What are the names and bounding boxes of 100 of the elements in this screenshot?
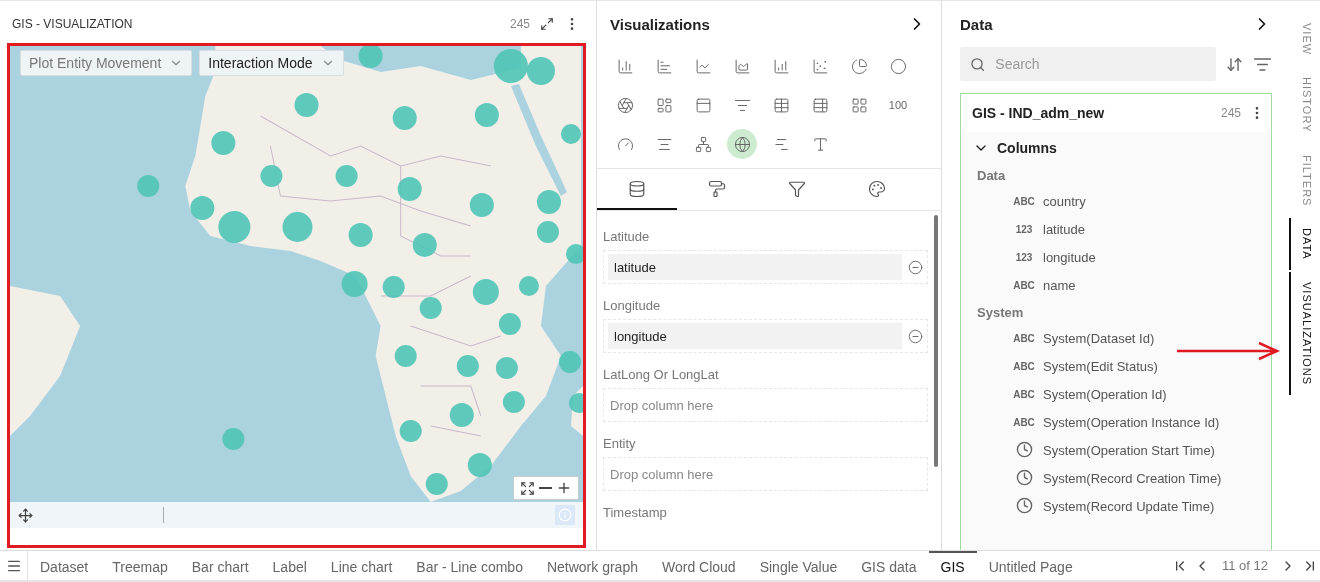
column-name[interactable]: System(Operation Instance Id) bbox=[1043, 414, 1220, 430]
column-name[interactable]: country bbox=[1043, 193, 1086, 209]
panel-icon bbox=[694, 96, 712, 114]
panel-title: GIS - VISUALIZATION bbox=[12, 17, 134, 31]
page-tab[interactable]: Network graph bbox=[534, 551, 650, 580]
page-tab[interactable]: Word Cloud bbox=[650, 551, 748, 580]
type-label: ABC bbox=[1013, 360, 1035, 372]
panel-title: Visualizations bbox=[610, 15, 711, 33]
circle-minus-icon bbox=[908, 259, 923, 275]
clock-icon bbox=[1015, 440, 1033, 458]
panel-title: Data bbox=[960, 15, 994, 33]
ring-icon bbox=[889, 57, 907, 75]
palette-icon bbox=[868, 179, 886, 198]
field-label: Latitude bbox=[603, 229, 651, 244]
page-tab[interactable]: Bar chart bbox=[179, 551, 261, 580]
circle-minus-icon bbox=[908, 328, 923, 344]
type-label: ABC bbox=[1013, 279, 1035, 291]
page-tab[interactable]: GIS data bbox=[849, 551, 929, 580]
move-button[interactable] bbox=[18, 507, 33, 523]
column-name[interactable]: System(Operation Start Time) bbox=[1043, 442, 1215, 458]
remove-button[interactable] bbox=[908, 259, 923, 275]
page-tab[interactable]: Single Value bbox=[747, 551, 850, 580]
column-name[interactable]: longitude bbox=[1043, 249, 1096, 265]
database-icon bbox=[628, 179, 646, 198]
bar-chart-icon bbox=[655, 57, 673, 75]
page-tab[interactable]: Treemap bbox=[100, 551, 180, 580]
clock-icon bbox=[1015, 496, 1033, 514]
drop-zone[interactable]: longitude bbox=[603, 319, 928, 353]
side-tab[interactable]: VIEW bbox=[1289, 13, 1319, 66]
column-name[interactable]: System(Edit Status) bbox=[1043, 358, 1158, 374]
page-tab[interactable]: GIS bbox=[928, 551, 977, 580]
page-tab[interactable]: Dataset bbox=[28, 551, 101, 580]
network-icon bbox=[694, 135, 712, 153]
side-tab[interactable]: HISTORY bbox=[1289, 67, 1319, 143]
area-chart-icon bbox=[733, 57, 751, 75]
sort-button[interactable] bbox=[1226, 55, 1243, 73]
fit-view-button[interactable] bbox=[520, 480, 535, 496]
sort-arrows-icon bbox=[1226, 55, 1243, 73]
record-count: 245 bbox=[1220, 106, 1241, 120]
treemap-icon bbox=[655, 96, 673, 114]
column-name[interactable]: System(Dataset Id) bbox=[1043, 330, 1155, 346]
column-name[interactable]: System(Record Update Time) bbox=[1043, 498, 1215, 514]
type-label: 123 bbox=[1014, 223, 1034, 235]
filter-icon bbox=[788, 179, 806, 198]
page-tab[interactable]: Untitled Page bbox=[976, 551, 1085, 580]
minus-icon bbox=[539, 487, 552, 489]
drop-zone[interactable]: Drop column here bbox=[603, 388, 928, 422]
expand-icon bbox=[540, 17, 554, 31]
text-icon bbox=[811, 135, 829, 153]
side-tab[interactable]: FILTERS bbox=[1289, 144, 1319, 217]
type-label: ABC bbox=[1013, 332, 1035, 344]
scatter-chart-icon bbox=[811, 57, 829, 75]
type-label: ABC bbox=[1013, 388, 1035, 400]
drop-zone[interactable]: Drop column here bbox=[603, 457, 928, 491]
aperture-icon bbox=[616, 96, 634, 114]
column-name[interactable]: System(Record Creation Time) bbox=[1043, 470, 1222, 486]
grid-icon bbox=[850, 96, 868, 114]
drop-zone[interactable]: latitude bbox=[603, 250, 928, 284]
side-tab[interactable]: VISUALIZATIONS bbox=[1289, 271, 1319, 395]
search-icon bbox=[970, 55, 986, 73]
page-tab[interactable]: Line chart bbox=[318, 551, 405, 580]
group-title: Data bbox=[976, 167, 1007, 185]
paint-roller-icon bbox=[708, 179, 726, 198]
column-name[interactable]: name bbox=[1043, 277, 1076, 293]
info-icon bbox=[558, 508, 572, 522]
gauge-icon bbox=[616, 135, 634, 153]
globe-icon bbox=[733, 135, 751, 153]
table-list-icon bbox=[811, 96, 829, 114]
page-indicator: 11 of 12 bbox=[1220, 558, 1269, 573]
page-tab[interactable]: Label bbox=[260, 551, 319, 580]
page-tab[interactable]: Bar - Line combo bbox=[404, 551, 535, 580]
visualization-type-button[interactable] bbox=[727, 129, 757, 159]
field-label: Entity bbox=[603, 436, 637, 451]
scrollbar-thumb[interactable] bbox=[934, 215, 938, 467]
group-title: System bbox=[976, 304, 1025, 322]
type-label: ABC bbox=[1013, 195, 1035, 207]
table-icon bbox=[772, 96, 790, 114]
map-dropdown[interactable]: Interaction Mode bbox=[199, 50, 344, 76]
zoom-in-button[interactable] bbox=[556, 480, 572, 496]
search-input[interactable]: Search bbox=[993, 55, 1206, 73]
remove-button[interactable] bbox=[908, 328, 923, 344]
column-chart-icon bbox=[616, 57, 634, 75]
column-name[interactable]: latitude bbox=[1043, 221, 1085, 237]
type-label: ABC bbox=[1013, 416, 1035, 428]
expand-button[interactable] bbox=[540, 17, 554, 31]
dataset-name: GIS - IND_adm_new bbox=[972, 105, 1106, 121]
side-tab[interactable]: DATA bbox=[1289, 218, 1319, 270]
column-chip: longitude bbox=[608, 323, 902, 349]
drop-placeholder: Drop column here bbox=[609, 466, 714, 482]
plus-icon bbox=[556, 480, 572, 496]
record-count: 245 bbox=[509, 17, 530, 31]
type-label: 123 bbox=[1014, 251, 1034, 263]
section-toggle[interactable]: Columns bbox=[961, 132, 1271, 162]
move-icon bbox=[18, 507, 33, 523]
drop-placeholder: Drop column here bbox=[609, 397, 714, 413]
visualization-type-button[interactable]: 100 bbox=[883, 90, 913, 120]
field-label: Timestamp bbox=[603, 505, 668, 520]
combo-chart-icon bbox=[772, 57, 790, 75]
search-field[interactable]: Search bbox=[960, 47, 1216, 81]
column-name[interactable]: System(Operation Id) bbox=[1043, 386, 1167, 402]
